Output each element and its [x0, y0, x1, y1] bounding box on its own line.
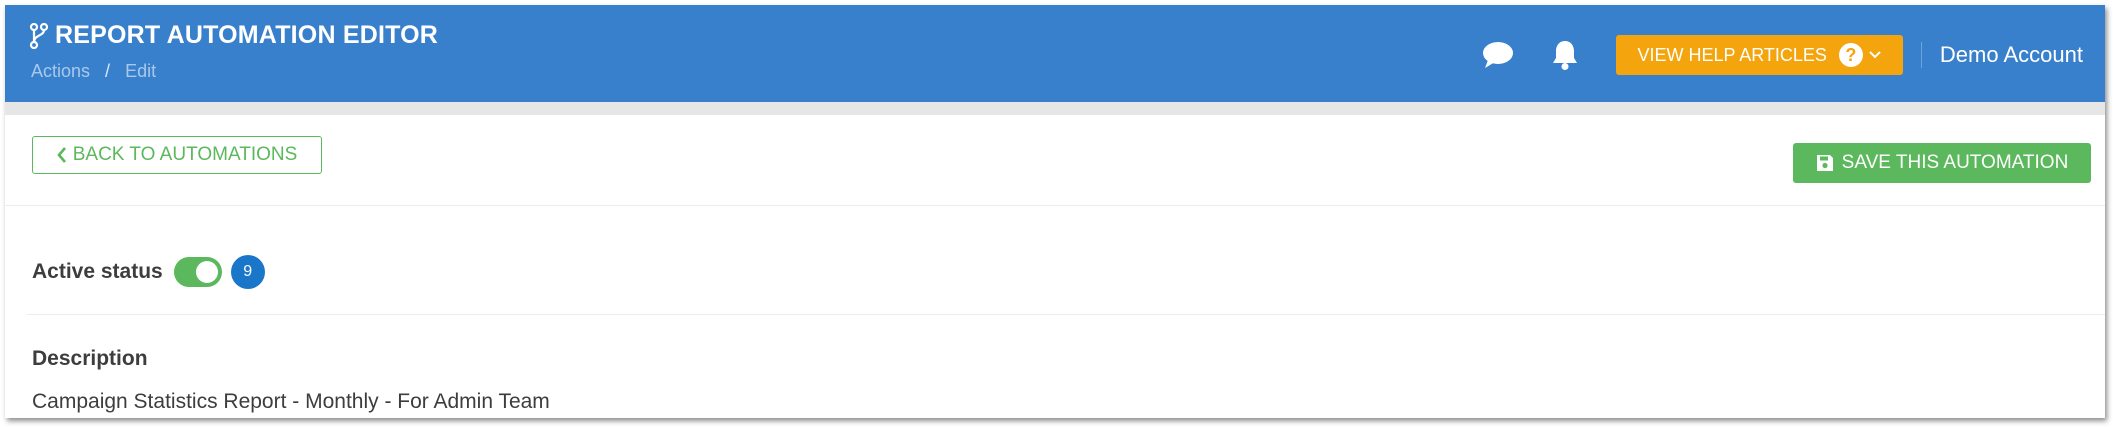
question-icon: ? — [1838, 43, 1863, 67]
chat-icon — [1482, 42, 1513, 68]
top-header-bar: REPORT AUTOMATION EDITOR Actions / Edit — [5, 5, 2105, 102]
description-label: Description — [32, 347, 148, 370]
status-badge: 9 — [230, 255, 265, 289]
page-frame: REPORT AUTOMATION EDITOR Actions / Edit — [5, 5, 2105, 418]
header-shadow-strip — [5, 102, 2105, 115]
chevron-left-icon — [57, 147, 66, 163]
chat-button[interactable] — [1476, 33, 1520, 77]
floppy-disk-icon — [1816, 155, 1833, 171]
back-button-label: BACK TO AUTOMATIONS — [72, 144, 298, 165]
header-actions: VIEW HELP ARTICLES ? Demo Account — [1476, 33, 2083, 77]
toolbar-divider — [5, 205, 2105, 206]
back-to-automations-button[interactable]: BACK TO AUTOMATIONS — [32, 136, 322, 174]
breadcrumb-actions[interactable]: Actions — [31, 61, 90, 81]
toggle-knob — [195, 261, 218, 283]
active-status-label: Active status — [32, 260, 163, 283]
chevron-down-icon — [1869, 51, 1881, 59]
save-button-label: SAVE THIS AUTOMATION — [1841, 152, 2069, 173]
view-help-articles-button[interactable]: VIEW HELP ARTICLES ? — [1615, 35, 1903, 75]
branch-icon — [29, 22, 49, 49]
breadcrumb: Actions / Edit — [31, 61, 156, 82]
breadcrumb-edit: Edit — [125, 61, 157, 81]
page-title: REPORT AUTOMATION EDITOR — [55, 21, 439, 49]
active-status-toggle[interactable] — [173, 257, 222, 287]
breadcrumb-separator: / — [105, 61, 111, 81]
account-menu[interactable]: Demo Account — [1940, 42, 2083, 68]
header-divider — [1920, 42, 1922, 68]
description-value: Campaign Statistics Report - Monthly - F… — [32, 390, 550, 413]
help-button-label: VIEW HELP ARTICLES — [1637, 44, 1827, 65]
bell-icon — [1552, 41, 1577, 70]
brand: REPORT AUTOMATION EDITOR — [29, 21, 438, 50]
notifications-button[interactable] — [1543, 33, 1587, 77]
active-status-row: Active status 9 — [32, 255, 265, 289]
save-automation-button[interactable]: SAVE THIS AUTOMATION — [1793, 143, 2091, 183]
section-divider — [27, 314, 2105, 315]
